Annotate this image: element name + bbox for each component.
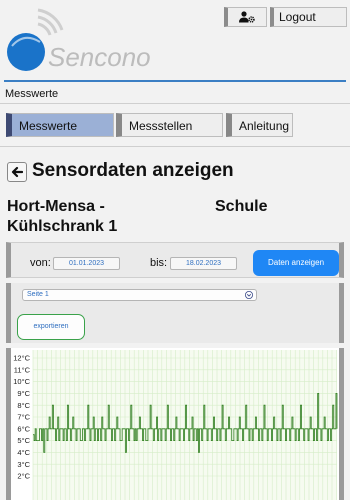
y-tick-label: 7°C: [17, 413, 30, 422]
y-tick-label: 12°C: [13, 354, 30, 363]
sensor-name: Hort-Mensa - Kühlschrank 1: [7, 198, 118, 235]
chevron-down-icon: [245, 291, 253, 299]
temperature-chart: 12°C 11°C 10°C 9°C 8°C 7°C 6°C 5°C 4°C 3°C 2°C: [13, 350, 338, 500]
account-settings-button[interactable]: [224, 7, 267, 27]
logout-button[interactable]: Logout: [270, 7, 347, 27]
from-label: von:: [30, 257, 51, 269]
y-tick-label: 11°C: [14, 365, 31, 374]
to-date-input[interactable]: 18.02.2023: [170, 257, 237, 270]
tab-messwerte[interactable]: Messwerte: [6, 113, 114, 137]
page-select[interactable]: Seite 1: [22, 289, 257, 301]
tab-anleitung[interactable]: Anleitung: [226, 113, 293, 137]
to-label: bis:: [150, 257, 168, 269]
arrow-left-icon: [11, 166, 23, 178]
page-select-value: Seite 1: [27, 291, 49, 298]
tabs-divider: [0, 146, 350, 147]
y-tick-label: 8°C: [17, 401, 30, 410]
sensor-location: Schule: [215, 198, 268, 215]
export-button[interactable]: exportieren: [17, 314, 85, 340]
logo-text: Sencono: [48, 42, 151, 72]
breadcrumb: Messwerte: [5, 88, 59, 100]
back-button[interactable]: [7, 162, 27, 182]
y-tick-label: 5°C: [17, 436, 30, 445]
user-gear-icon: [239, 11, 255, 23]
from-date-input[interactable]: 01.01.2023: [53, 257, 120, 270]
y-tick-label: 4°C: [17, 448, 30, 457]
y-tick-label: 9°C: [17, 389, 30, 398]
y-tick-label: 3°C: [17, 460, 30, 469]
page-title: Sensordaten anzeigen: [32, 160, 234, 181]
y-tick-label: 6°C: [17, 424, 30, 433]
y-tick-label: 2°C: [17, 472, 30, 481]
breadcrumb-divider: [0, 103, 350, 104]
app-header: Sencono Logout: [0, 0, 350, 80]
show-data-button[interactable]: Daten anzeigen: [253, 250, 339, 276]
header-divider: [4, 80, 346, 82]
tab-messstellen[interactable]: Messstellen: [116, 113, 223, 137]
y-tick-label: 10°C: [13, 377, 30, 386]
sencono-logo[interactable]: Sencono: [4, 6, 164, 76]
